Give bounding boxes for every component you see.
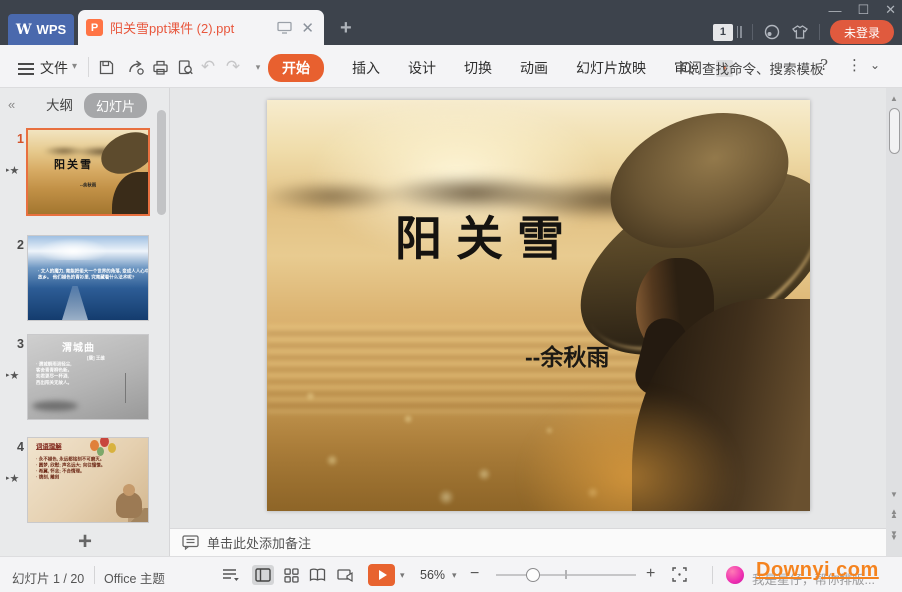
slide-number: 1 <box>12 132 24 146</box>
downyi-watermark: Downyi.com <box>756 559 879 582</box>
stacked-windows-icon <box>737 26 742 38</box>
tab-slides[interactable]: 幻灯片 <box>84 93 147 118</box>
animation-star-icon[interactable]: ▸★ <box>6 369 19 382</box>
notes-toggle-icon[interactable] <box>220 565 242 585</box>
thumb-title: 渭城曲 <box>62 339 95 354</box>
notes-placeholder: 单击此处添加备注 <box>207 533 311 552</box>
ribbon-bar: 文件 ▾ ↶ ↷ ▾ 开始 插入 设计 切换 动画 幻灯片放映 审阅 › <box>0 45 902 88</box>
tab-slideshow[interactable]: 幻灯片放映 <box>576 58 646 78</box>
monitor-icon[interactable] <box>277 21 292 34</box>
tab-design[interactable]: 设计 <box>408 58 436 78</box>
minimize-icon[interactable]: — <box>828 3 841 18</box>
thumb-title: 词语理解 <box>36 442 62 451</box>
tab-animation[interactable]: 动画 <box>520 58 548 78</box>
slide-thumbnail-2[interactable]: 2 · 文人的魔力, 竟能把偌大一个世界的角落, 变成人人心中的故乡。 他们褪色… <box>28 236 148 320</box>
zoom-value[interactable]: 56% <box>420 568 445 582</box>
collapse-ribbon-icon[interactable]: ⌄ <box>870 58 880 72</box>
search-icon <box>680 61 695 76</box>
slide-number: 2 <box>12 238 24 252</box>
tab-insert[interactable]: 插入 <box>352 58 380 78</box>
play-slideshow-button[interactable] <box>368 564 395 586</box>
thumb-subtitle: --余秋雨 <box>80 182 96 188</box>
slide-thumbnail-3[interactable]: 3 ▸★ 渭城曲 [唐] 王维 · 渭城朝雨浥轻尘, 客舍青青柳色新。 劝君更尽… <box>28 335 148 419</box>
print-preview-icon[interactable] <box>175 57 195 77</box>
wps-presentation-window: W WPS P 阳关雪ppt课件 (2).ppt ✕ + — ☐ ✕ 1 <box>0 0 902 592</box>
help-icon[interactable]: ? <box>820 56 828 74</box>
zoom-dropdown-icon[interactable]: ▾ <box>452 570 457 581</box>
vertical-scrollbar[interactable]: ▲ ▼ ▲▲ ▼▼ <box>886 88 902 556</box>
reading-view-icon[interactable] <box>306 565 328 585</box>
slide-number: 4 <box>12 440 24 454</box>
tab-outline[interactable]: 大纲 <box>46 94 73 114</box>
save-icon[interactable] <box>96 57 116 77</box>
wps-label: WPS <box>37 22 67 37</box>
file-menu[interactable]: 文件 <box>40 58 68 78</box>
member-icon[interactable] <box>763 23 781 41</box>
command-search[interactable]: 查找命令、搜索模板 <box>680 58 824 78</box>
skin-tshirt-icon[interactable] <box>791 24 809 40</box>
previous-slide-icon[interactable]: ▲▲ <box>886 506 902 522</box>
thumb-body-text: · 文人的魔力, 竟能把偌大一个世界的角落, 变成人人心中的故乡。 他们褪色的青… <box>38 268 148 280</box>
more-options-icon[interactable]: ⋮ <box>847 56 862 74</box>
next-slide-icon[interactable]: ▼▼ <box>886 528 902 544</box>
notes-bar[interactable]: 单击此处添加备注 <box>170 528 886 556</box>
scrollbar-thumb[interactable] <box>889 108 900 154</box>
wps-menu-button[interactable]: W WPS <box>8 14 74 45</box>
scroll-up-icon[interactable]: ▲ <box>886 90 902 106</box>
animation-star-icon[interactable]: ▸★ <box>6 472 19 485</box>
add-slide-button[interactable]: + <box>0 528 170 556</box>
slide-counter: 幻灯片 1 / 20 <box>12 568 84 587</box>
toolbar-more-icon[interactable]: ▾ <box>248 57 268 77</box>
login-button[interactable]: 未登录 <box>830 20 894 44</box>
slide-title-text[interactable]: 阳关雪 <box>395 200 578 269</box>
chevron-down-icon[interactable]: ▾ <box>72 61 77 72</box>
slide-author-text[interactable]: --余秋雨 <box>525 338 609 372</box>
slide-thumbnail-4[interactable]: 4 ▸★ 词语理解 · 永不褪色, 永远都铭刻不可磨灭。 · 圆梦, 欣慰; 声… <box>28 438 148 522</box>
redo-icon[interactable]: ↷ <box>223 57 243 77</box>
window-count-badge[interactable]: 1 <box>713 24 733 41</box>
notes-icon <box>182 535 199 550</box>
editing-canvas: 阳关雪 --余秋雨 <box>170 88 886 528</box>
theme-name[interactable]: Office 主题 <box>104 568 165 587</box>
tab-transition[interactable]: 切换 <box>464 58 492 78</box>
wps-logo-icon: W <box>16 22 32 38</box>
slide-sorter-icon[interactable] <box>280 565 302 585</box>
close-window-icon[interactable]: ✕ <box>885 2 896 18</box>
search-label: 查找命令、搜索模板 <box>702 58 824 78</box>
new-tab-button[interactable]: + <box>340 18 352 38</box>
fit-to-window-icon[interactable] <box>672 567 687 582</box>
scroll-down-icon[interactable]: ▼ <box>886 486 902 502</box>
slide-panel: « 大纲 幻灯片 1 ▸★ 阳关雪 --余秋雨 2 · 文人的魔力, 竟能把偌大… <box>0 88 170 556</box>
zoom-in-button[interactable]: + <box>646 565 655 583</box>
maximize-icon[interactable]: ☐ <box>857 2 869 18</box>
thumb-title: 阳关雪 <box>54 156 93 172</box>
current-slide[interactable]: 阳关雪 --余秋雨 <box>267 100 810 511</box>
titlebar: W WPS P 阳关雪ppt课件 (2).ppt ✕ + — ☐ ✕ 1 <box>0 0 902 45</box>
normal-view-icon[interactable] <box>252 565 274 585</box>
animation-star-icon[interactable]: ▸★ <box>6 164 19 177</box>
play-dropdown-icon[interactable]: ▾ <box>400 570 405 581</box>
zoom-slider-thumb[interactable] <box>526 568 540 582</box>
close-tab-icon[interactable]: ✕ <box>299 19 316 37</box>
statusbar: 幻灯片 1 / 20 Office 主题 ▾ 56% ▾ − + 我是 <box>0 556 902 592</box>
print-icon[interactable] <box>150 57 170 77</box>
tab-home[interactable]: 开始 <box>268 54 324 82</box>
hamburger-icon[interactable] <box>18 60 34 78</box>
panel-scrollbar-thumb[interactable] <box>157 110 166 215</box>
document-tab[interactable]: P 阳关雪ppt课件 (2).ppt ✕ <box>78 10 324 45</box>
document-title: 阳关雪ppt课件 (2).ppt <box>110 18 270 37</box>
collapse-panel-icon[interactable]: « <box>8 97 13 112</box>
undo-icon[interactable]: ↶ <box>198 57 218 77</box>
zoom-out-button[interactable]: − <box>470 565 479 583</box>
ppt-file-icon: P <box>86 19 103 36</box>
assistant-avatar[interactable] <box>726 566 744 584</box>
slide-thumbnail-1[interactable]: 1 ▸★ 阳关雪 --余秋雨 <box>28 130 148 214</box>
slideshow-view-icon[interactable] <box>334 565 356 585</box>
slide-number: 3 <box>12 337 24 351</box>
export-icon[interactable] <box>126 57 146 77</box>
